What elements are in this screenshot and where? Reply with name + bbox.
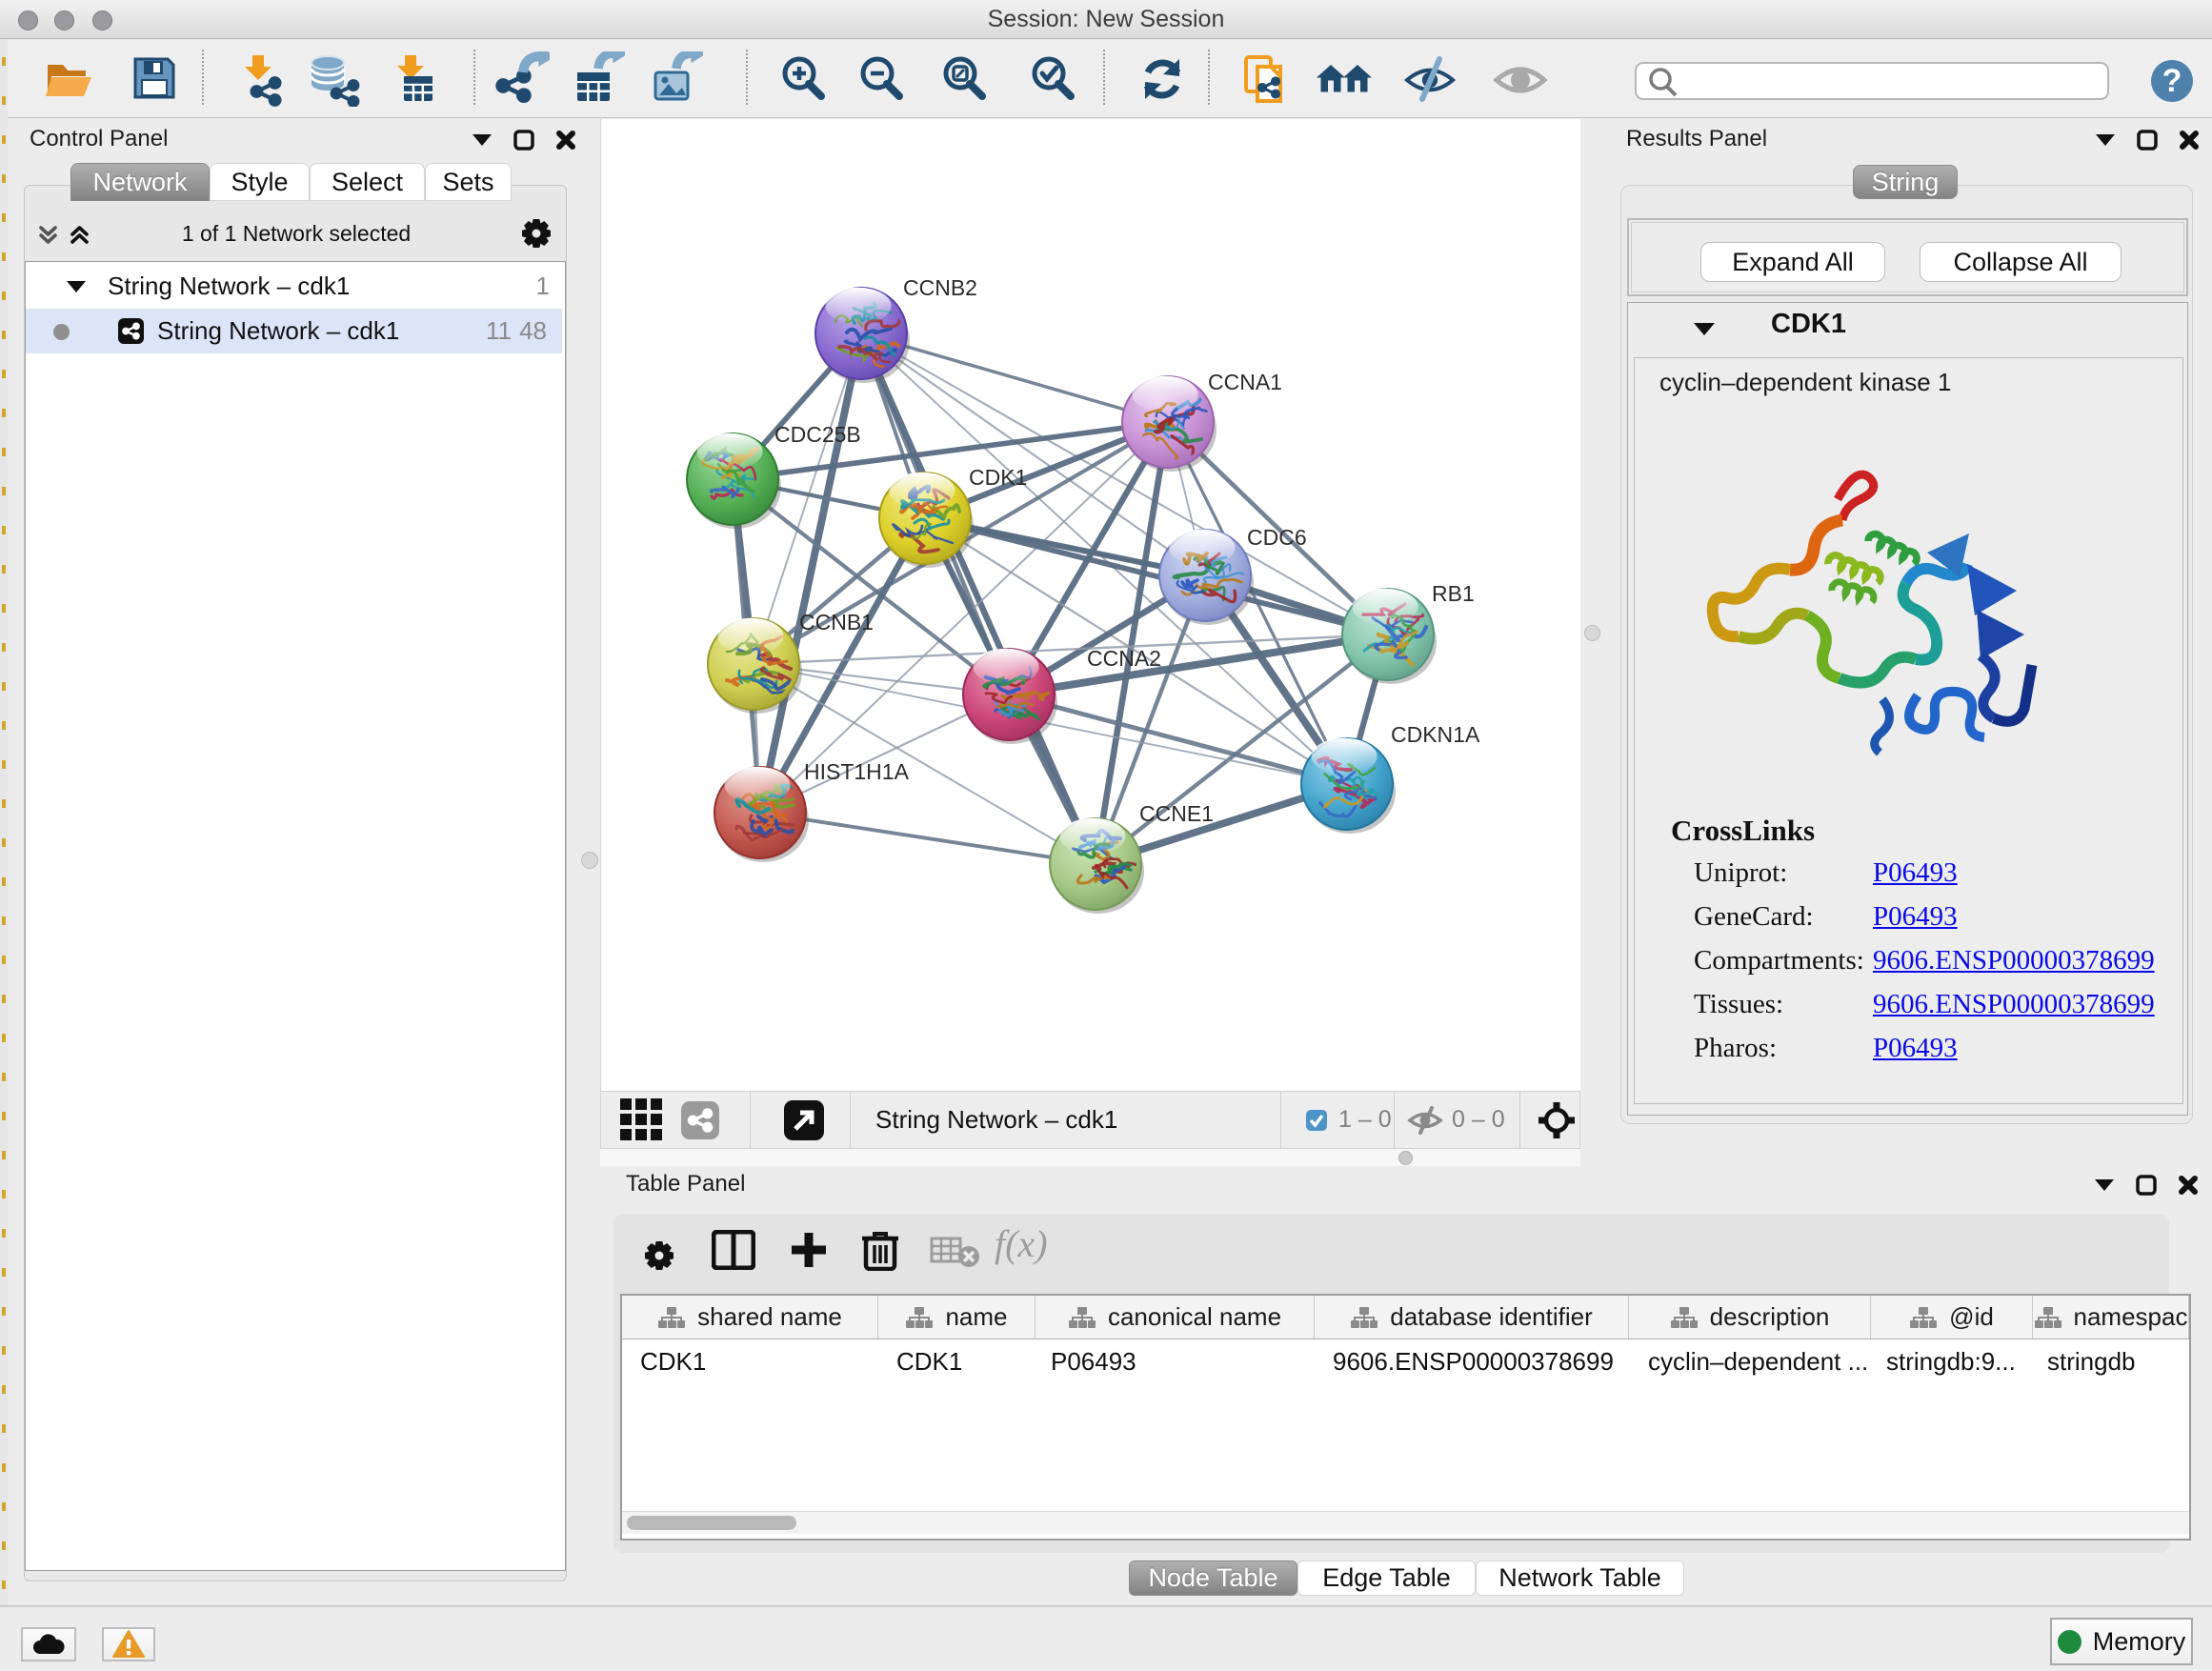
svg-text:CDC6: CDC6 [1247,525,1307,550]
svg-text:CDKN1A: CDKN1A [1391,722,1480,747]
svg-text:RB1: RB1 [1432,581,1475,606]
svg-text:CDC25B: CDC25B [774,422,861,447]
svg-text:?: ? [2162,63,2182,99]
svg-text:CCNB2: CCNB2 [903,275,977,300]
svg-text:CCNB1: CCNB1 [799,610,874,634]
svg-text:CDK1: CDK1 [969,465,1027,490]
svg-text:CCNE1: CCNE1 [1139,801,1214,826]
svg-text:CCNA2: CCNA2 [1087,646,1161,671]
svg-text:HIST1H1A: HIST1H1A [804,759,910,784]
svg-text:CCNA1: CCNA1 [1208,370,1282,394]
